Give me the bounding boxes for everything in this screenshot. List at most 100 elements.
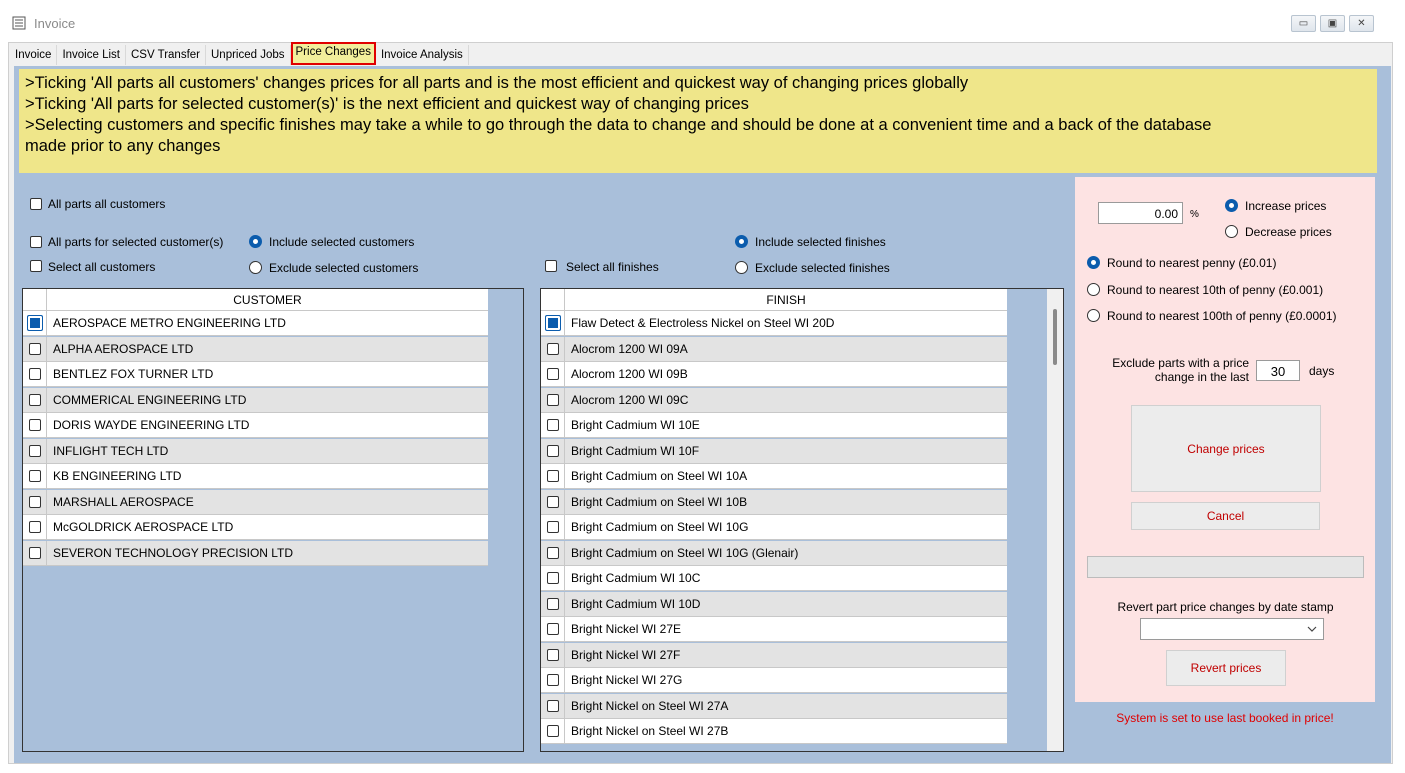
row-checkbox[interactable] [546, 521, 559, 533]
row-checkbox[interactable] [546, 419, 559, 431]
row-checkbox-cell[interactable] [23, 336, 47, 361]
select-all-customers-checkbox[interactable] [30, 260, 42, 272]
row-checkbox-cell[interactable] [541, 668, 565, 692]
row-cell[interactable]: Bright Cadmium on Steel WI 10A [565, 469, 747, 483]
tab-invoice-analysis[interactable]: Invoice Analysis [375, 45, 469, 65]
row-checkbox[interactable] [546, 674, 559, 686]
table-row[interactable]: Bright Nickel WI 27E [541, 617, 1007, 642]
row-cell[interactable]: Alocrom 1200 WI 09A [565, 342, 688, 356]
row-checkbox[interactable] [26, 315, 43, 331]
row-checkbox[interactable] [546, 623, 559, 635]
finish-scrollbar[interactable] [1047, 289, 1063, 751]
row-checkbox-cell[interactable] [23, 413, 47, 437]
row-checkbox[interactable] [546, 495, 559, 508]
maximize-button[interactable]: ▣ [1320, 15, 1345, 32]
row-cell[interactable]: INFLIGHT TECH LTD [47, 444, 168, 458]
minimize-button[interactable]: ▭ [1291, 15, 1316, 32]
table-row[interactable]: Bright Cadmium WI 10C [541, 566, 1007, 591]
row-cell[interactable]: AEROSPACE METRO ENGINEERING LTD [47, 316, 286, 330]
row-checkbox-cell[interactable] [541, 311, 565, 335]
row-cell[interactable]: Bright Nickel WI 27F [565, 648, 680, 662]
row-cell[interactable]: Flaw Detect & Electroless Nickel on Stee… [565, 316, 834, 330]
revert-date-select[interactable] [1140, 618, 1324, 640]
row-cell[interactable]: Bright Nickel WI 27E [565, 622, 681, 636]
table-row[interactable]: Bright Nickel on Steel WI 27B [541, 719, 1007, 744]
change-prices-button[interactable]: Change prices [1131, 405, 1321, 492]
table-row[interactable]: Bright Cadmium WI 10E [541, 413, 1007, 438]
table-row[interactable]: Bright Nickel WI 27G [541, 668, 1007, 693]
row-checkbox[interactable] [28, 495, 41, 508]
row-checkbox-cell[interactable] [541, 719, 565, 743]
row-cell[interactable]: Bright Nickel WI 27G [565, 673, 682, 687]
row-cell[interactable]: Bright Nickel on Steel WI 27A [565, 699, 728, 713]
scrollbar-thumb[interactable] [1053, 309, 1057, 365]
row-checkbox[interactable] [28, 368, 41, 380]
row-checkbox[interactable] [546, 648, 559, 661]
include-selected-finishes-radio[interactable] [735, 235, 748, 248]
row-checkbox[interactable] [546, 546, 559, 559]
table-row[interactable]: ALPHA AEROSPACE LTD [23, 336, 488, 362]
table-row[interactable]: BENTLEZ FOX TURNER LTD [23, 362, 488, 387]
table-row[interactable]: MARSHALL AEROSPACE [23, 489, 488, 515]
tab-invoice-list[interactable]: Invoice List [57, 45, 126, 65]
exclude-days-input[interactable]: 30 [1256, 360, 1300, 381]
select-all-finishes-checkbox[interactable] [545, 260, 557, 272]
row-checkbox-cell[interactable] [541, 566, 565, 590]
row-checkbox[interactable] [546, 725, 559, 737]
tab-price-changes[interactable]: Price Changes [290, 42, 376, 65]
row-checkbox-cell[interactable] [541, 362, 565, 386]
row-cell[interactable]: BENTLEZ FOX TURNER LTD [47, 367, 213, 381]
row-cell[interactable]: Bright Cadmium on Steel WI 10G (Glenair) [565, 546, 798, 560]
decrease-prices-radio[interactable] [1225, 225, 1238, 238]
round-penny-radio[interactable] [1087, 256, 1100, 269]
finish-column-header[interactable]: FINISH [565, 293, 1007, 307]
tab-invoice[interactable]: Invoice [10, 45, 58, 65]
cancel-button[interactable]: Cancel [1131, 502, 1320, 530]
row-checkbox[interactable] [546, 699, 559, 712]
row-checkbox[interactable] [544, 315, 561, 331]
row-checkbox[interactable] [546, 368, 559, 380]
close-button[interactable]: ✕ [1349, 15, 1374, 32]
row-checkbox-cell[interactable] [541, 438, 565, 463]
table-row[interactable]: COMMERICAL ENGINEERING LTD [23, 387, 488, 413]
table-row[interactable]: Bright Cadmium WI 10D [541, 591, 1007, 617]
row-checkbox[interactable] [546, 470, 559, 482]
row-cell[interactable]: Alocrom 1200 WI 09B [565, 367, 688, 381]
row-checkbox-cell[interactable] [541, 642, 565, 667]
row-cell[interactable]: SEVERON TECHNOLOGY PRECISION LTD [47, 546, 293, 560]
row-checkbox[interactable] [28, 444, 41, 457]
row-checkbox[interactable] [546, 393, 559, 406]
include-selected-customers-radio[interactable] [249, 235, 262, 248]
round-10th-radio[interactable] [1087, 283, 1100, 296]
row-checkbox-cell[interactable] [541, 489, 565, 514]
exclude-selected-customers-radio[interactable] [249, 261, 262, 274]
customer-column-header[interactable]: CUSTOMER [47, 293, 488, 307]
row-checkbox-cell[interactable] [23, 489, 47, 514]
row-checkbox-cell[interactable] [541, 336, 565, 361]
tab-unpriced-jobs[interactable]: Unpriced Jobs [206, 45, 291, 65]
row-cell[interactable]: Bright Cadmium WI 10D [565, 597, 700, 611]
row-cell[interactable]: Alocrom 1200 WI 09C [565, 393, 688, 407]
row-checkbox-cell[interactable] [541, 693, 565, 718]
row-cell[interactable]: Bright Cadmium WI 10C [565, 571, 700, 585]
round-100th-radio[interactable] [1087, 309, 1100, 322]
row-cell[interactable]: Bright Nickel on Steel WI 27B [565, 724, 728, 738]
increase-prices-radio[interactable] [1225, 199, 1238, 212]
table-row[interactable]: SEVERON TECHNOLOGY PRECISION LTD [23, 540, 488, 566]
revert-prices-button[interactable]: Revert prices [1166, 650, 1286, 686]
tab-csv-transfer[interactable]: CSV Transfer [125, 45, 206, 65]
row-checkbox[interactable] [28, 546, 41, 559]
table-row[interactable]: INFLIGHT TECH LTD [23, 438, 488, 464]
row-checkbox-cell[interactable] [541, 387, 565, 412]
table-row[interactable]: Alocrom 1200 WI 09C [541, 387, 1007, 413]
row-checkbox[interactable] [28, 342, 41, 355]
table-row[interactable]: Alocrom 1200 WI 09A [541, 336, 1007, 362]
row-cell[interactable]: Bright Cadmium on Steel WI 10G [565, 520, 748, 534]
row-checkbox-cell[interactable] [23, 387, 47, 412]
customer-grid[interactable]: CUSTOMER AEROSPACE METRO ENGINEERING LTD… [22, 288, 524, 752]
row-checkbox[interactable] [28, 393, 41, 406]
table-row[interactable]: Bright Cadmium on Steel WI 10G (Glenair) [541, 540, 1007, 566]
row-checkbox[interactable] [546, 572, 559, 584]
row-checkbox-cell[interactable] [541, 464, 565, 488]
row-checkbox-cell[interactable] [541, 540, 565, 565]
